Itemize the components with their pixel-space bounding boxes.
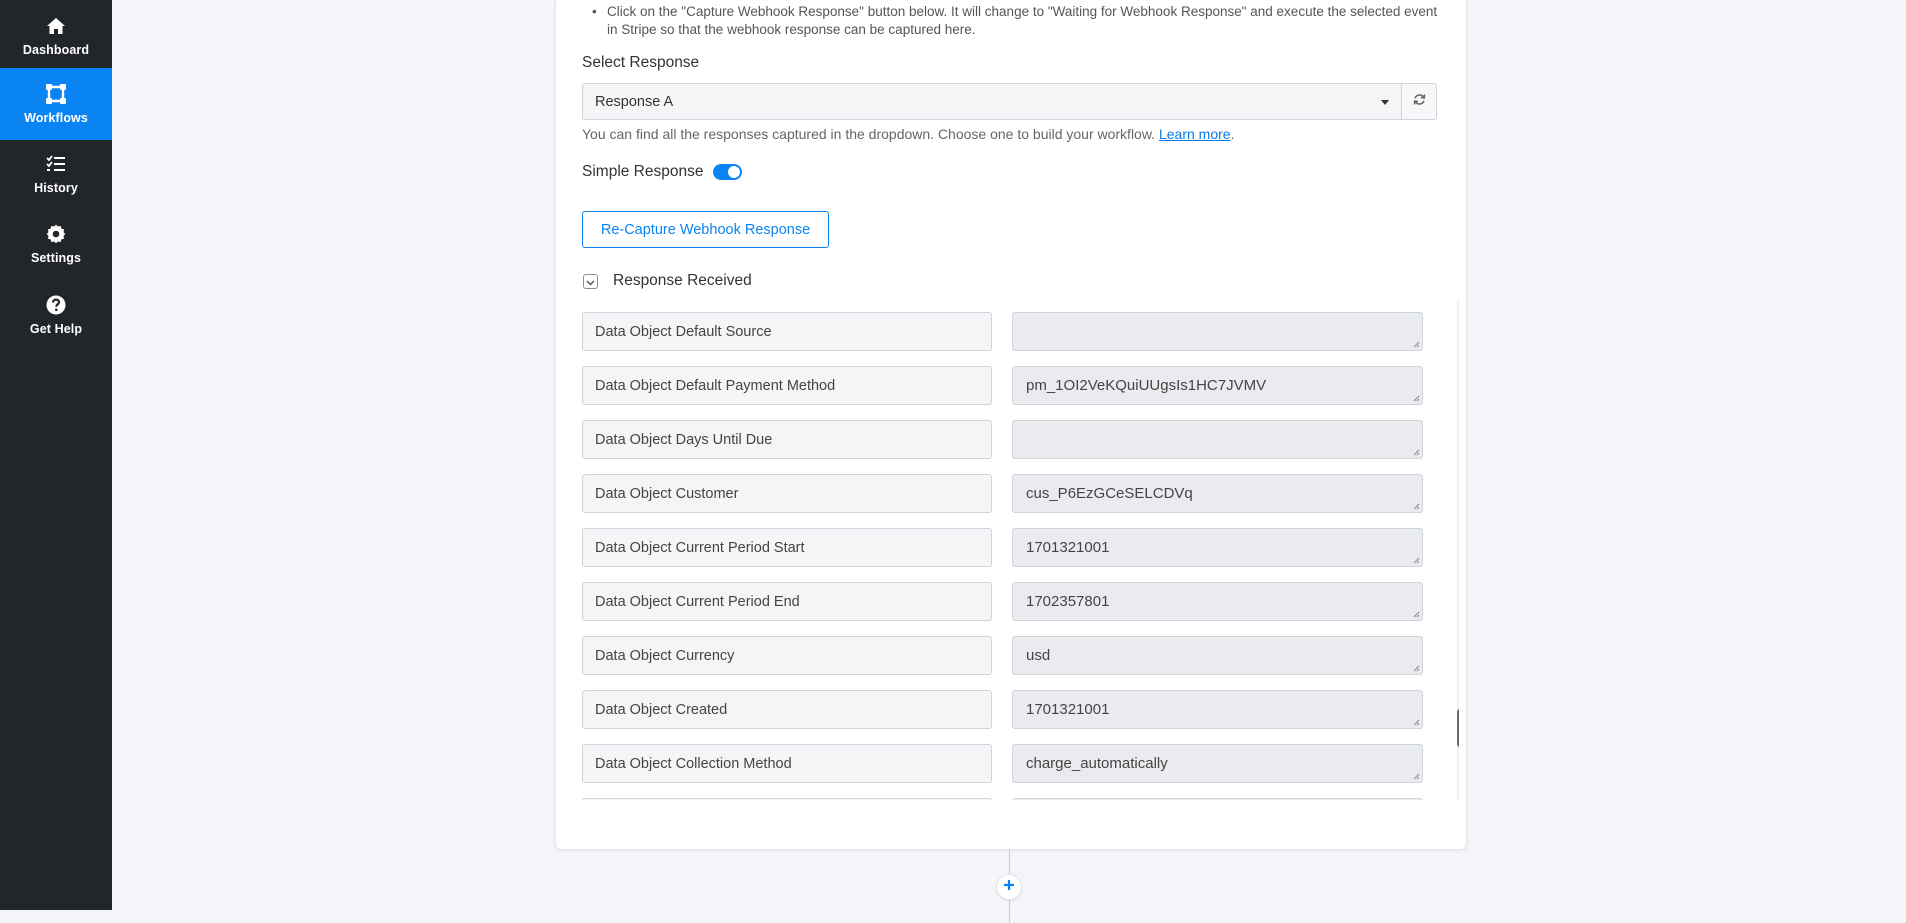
field-value[interactable]: 1702357801 (1012, 582, 1423, 621)
field-value[interactable] (1012, 420, 1423, 459)
response-field-row: Data Object Collection Method charge_aut… (582, 744, 1442, 783)
field-key: Data Object Default Payment Method (582, 366, 992, 405)
simple-response-label: Simple Response (582, 163, 704, 180)
fields-scrollbar-thumb[interactable] (1457, 709, 1459, 747)
field-key (582, 798, 992, 800)
field-value[interactable] (1012, 798, 1423, 800)
home-icon (45, 15, 67, 37)
response-received-label: Response Received (613, 272, 752, 289)
select-response-label: Select Response (582, 54, 700, 71)
gear-icon (45, 223, 67, 245)
response-field-row: Data Object Created 1701321001 (582, 690, 1442, 729)
response-field-row: Data Object Currency usd (582, 636, 1442, 675)
sidebar-item-label: Dashboard (22, 43, 90, 57)
field-value[interactable]: 1701321001 (1012, 690, 1423, 729)
field-value-text: usd (1026, 647, 1051, 664)
field-key: Data Object Days Until Due (582, 420, 992, 459)
sidebar: Dashboard Workflows History Settings Get… (0, 0, 112, 910)
resize-grip-icon (1413, 773, 1420, 780)
sidebar-item-dashboard[interactable]: Dashboard (0, 0, 112, 72)
resize-grip-icon (1413, 665, 1420, 672)
response-field-row: Data Object Days Until Due (582, 420, 1442, 459)
resize-grip-icon (1413, 449, 1420, 456)
response-field-row: Data Object Customer cus_P6EzGCeSELCDVq (582, 474, 1442, 513)
response-field-row: Data Object Default Source (582, 312, 1442, 351)
sidebar-item-label: Workflows (24, 111, 88, 125)
field-value[interactable]: 1701321001 (1012, 528, 1423, 567)
field-value[interactable]: usd (1012, 636, 1423, 675)
refresh-responses-button[interactable] (1402, 83, 1437, 120)
sidebar-item-settings[interactable]: Settings (0, 208, 112, 280)
response-fields-list: Data Object Default Source Data Object D… (582, 300, 1459, 800)
field-key: Data Object Default Source (582, 312, 992, 351)
field-value-text: 1701321001 (1026, 539, 1110, 556)
response-select[interactable]: Response A (582, 83, 1402, 120)
field-value-text: 1702357801 (1026, 593, 1110, 610)
response-field-row: Data Object Current Period End 170235780… (582, 582, 1442, 621)
resize-grip-icon (1413, 395, 1420, 402)
resize-grip-icon (1413, 557, 1420, 564)
add-step-button[interactable] (996, 874, 1022, 900)
sidebar-item-get-help[interactable]: Get Help (0, 279, 112, 351)
sidebar-item-workflows[interactable]: Workflows (0, 68, 112, 140)
chevron-down-icon (586, 273, 595, 291)
field-key: Data Object Collection Method (582, 744, 992, 783)
instruction-text: Click on the "Capture Webhook Response" … (591, 3, 1447, 39)
history-list-icon (45, 153, 67, 175)
sidebar-item-label: Get Help (29, 322, 83, 336)
field-value[interactable]: pm_1OI2VeKQuiUUgsIs1HC7JVMV (1012, 366, 1423, 405)
field-value-text: pm_1OI2VeKQuiUUgsIs1HC7JVMV (1026, 377, 1267, 394)
simple-response-toggle[interactable] (713, 164, 742, 180)
sidebar-item-history[interactable]: History (0, 138, 112, 210)
resize-grip-icon (1413, 719, 1420, 726)
field-value[interactable] (1012, 312, 1423, 351)
refresh-icon (1413, 93, 1426, 111)
plus-icon (1003, 878, 1015, 896)
field-key: Data Object Currency (582, 636, 992, 675)
field-key: Data Object Current Period Start (582, 528, 992, 567)
helper-text: You can find all the responses captured … (582, 126, 1156, 142)
response-field-row: Data Object Default Payment Method pm_1O… (582, 366, 1442, 405)
caret-down-icon (1381, 100, 1389, 105)
select-response-helper: You can find all the responses captured … (582, 126, 1234, 142)
learn-more-link[interactable]: Learn more (1159, 126, 1231, 142)
field-key: Data Object Current Period End (582, 582, 992, 621)
field-value-text: charge_automatically (1026, 755, 1168, 772)
webhook-step-card: Click on the "Capture Webhook Response" … (555, 0, 1467, 850)
resize-grip-icon (1413, 611, 1420, 618)
response-field-row-partial (582, 798, 1442, 800)
collapse-response-toggle[interactable] (583, 274, 598, 289)
response-select-value: Response A (595, 93, 674, 110)
question-icon (45, 294, 67, 316)
recapture-webhook-button[interactable]: Re-Capture Webhook Response (582, 211, 829, 248)
resize-grip-icon (1413, 341, 1420, 348)
field-key: Data Object Customer (582, 474, 992, 513)
field-value[interactable]: charge_automatically (1012, 744, 1423, 783)
field-value[interactable]: cus_P6EzGCeSELCDVq (1012, 474, 1423, 513)
toggle-knob (728, 166, 740, 178)
field-key: Data Object Created (582, 690, 992, 729)
helper-suffix: . (1230, 126, 1235, 142)
field-value-text: 1701321001 (1026, 701, 1110, 718)
sidebar-item-label: Settings (30, 251, 82, 265)
resize-grip-icon (1413, 503, 1420, 510)
field-value-text: cus_P6EzGCeSELCDVq (1026, 485, 1193, 502)
sidebar-item-label: History (34, 181, 78, 195)
response-field-row: Data Object Current Period Start 1701321… (582, 528, 1442, 567)
workflow-icon (45, 83, 67, 105)
